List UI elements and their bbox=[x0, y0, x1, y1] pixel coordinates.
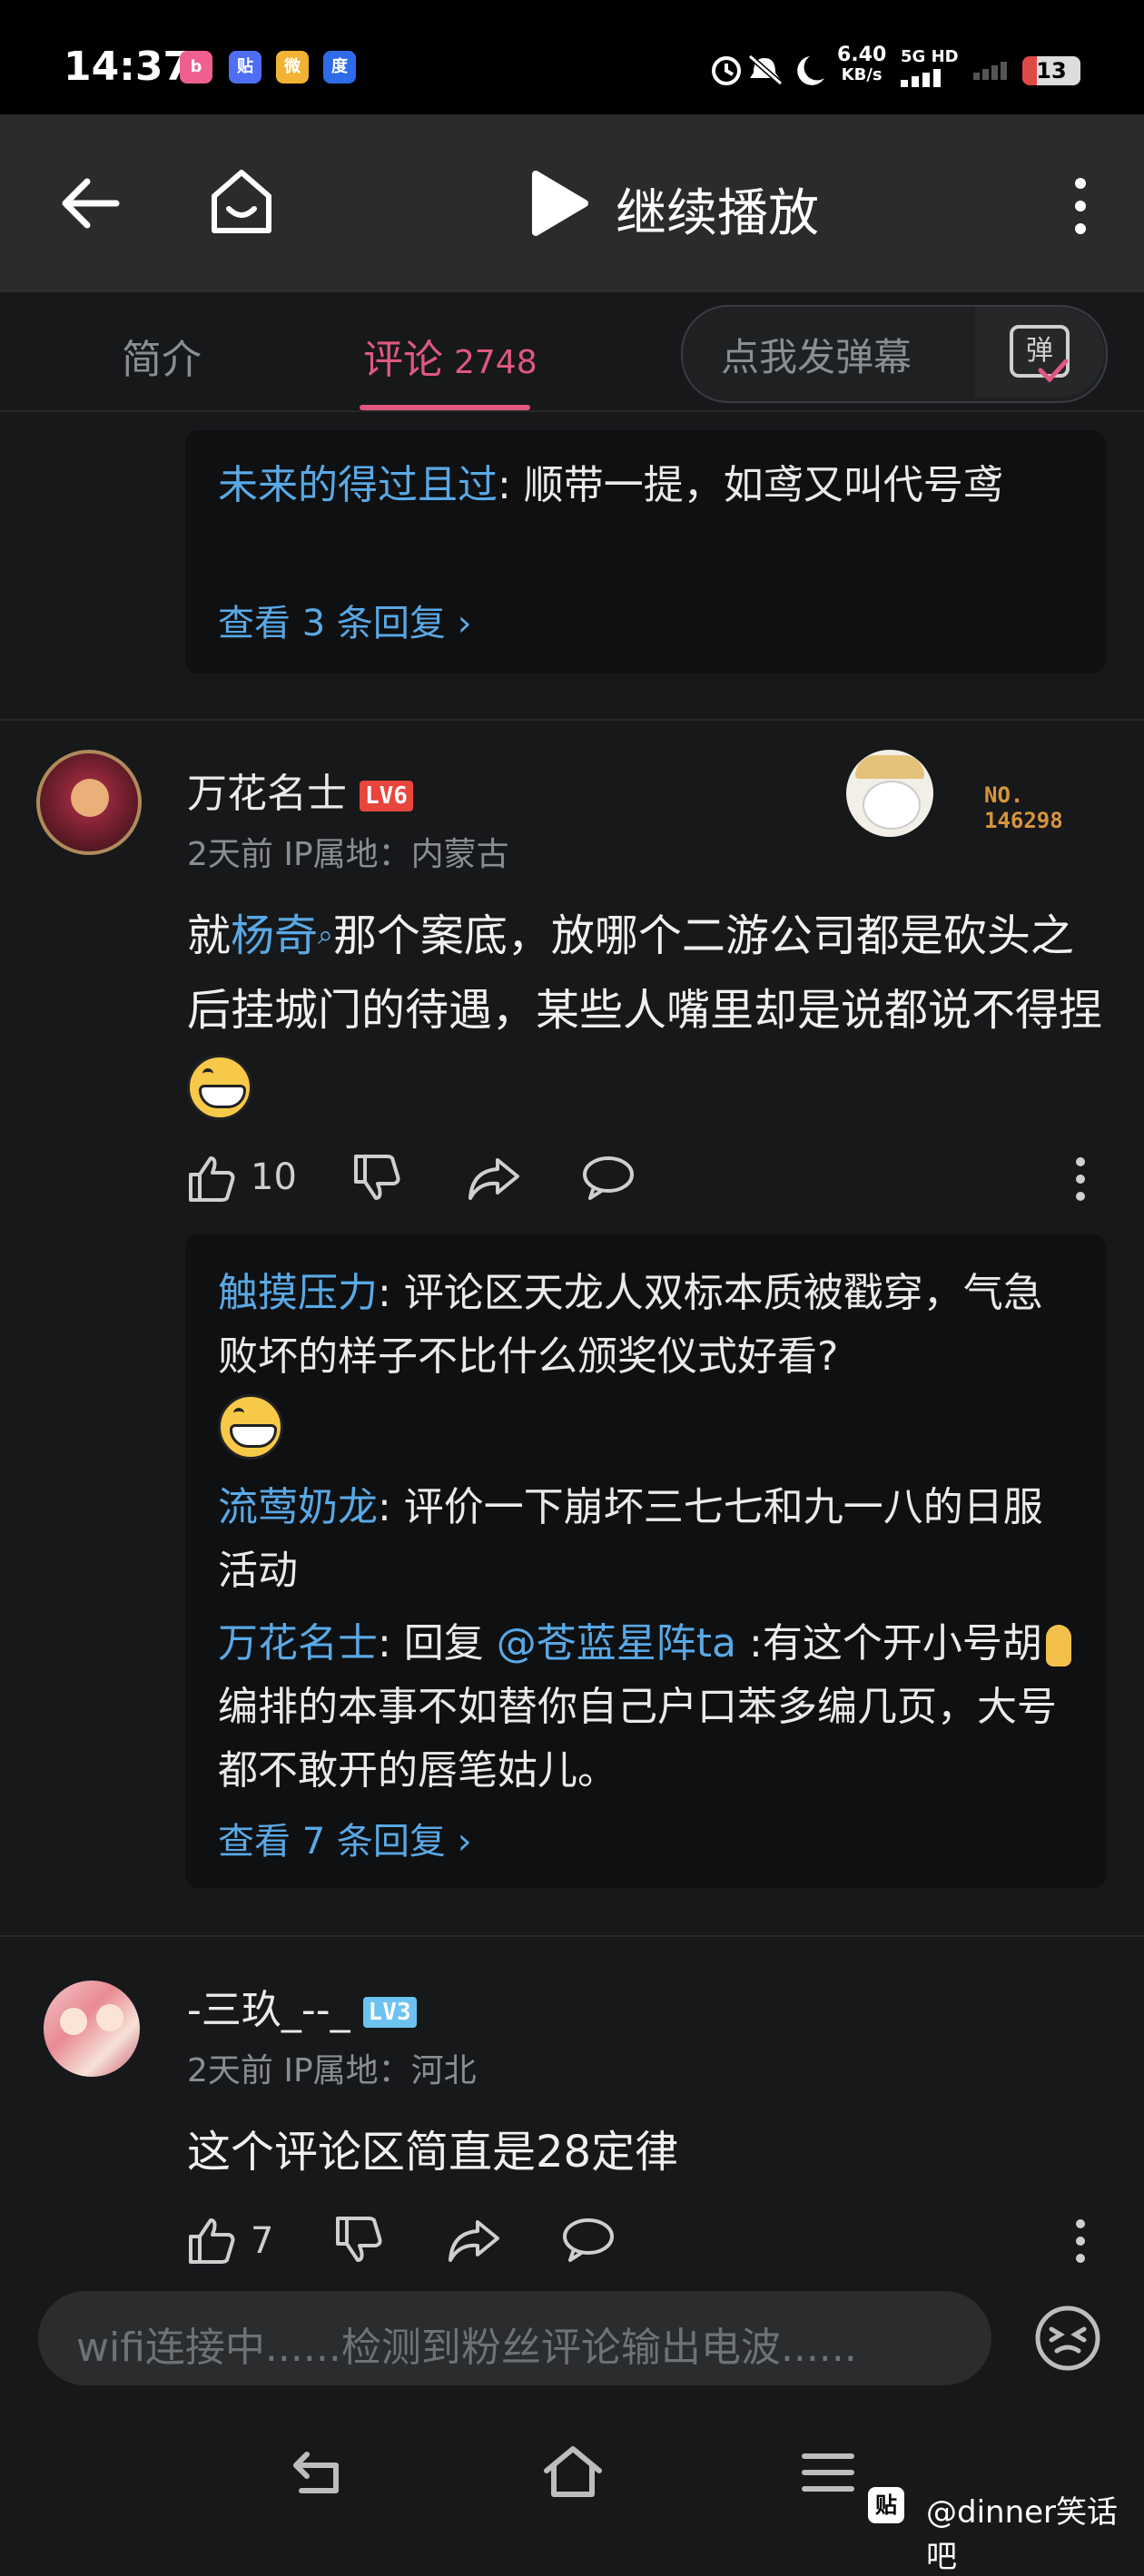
reply-username[interactable]: 触摸压力 bbox=[218, 1270, 378, 1316]
comment-author-name: -三玖_--_ bbox=[187, 1987, 350, 2033]
more-vertical-icon[interactable] bbox=[1070, 176, 1091, 236]
finger-emoji-icon bbox=[1045, 1625, 1071, 1667]
tab-comments[interactable]: 评论 2748 bbox=[363, 327, 537, 385]
like-count: 10 bbox=[251, 1156, 297, 1198]
reply-item: 未来的得过且过: 顺带一提，如鸢又叫代号鸢 bbox=[218, 454, 1080, 517]
comment-text: 就 bbox=[187, 910, 232, 961]
view-replies-link[interactable]: 查看 3 条回复 › bbox=[218, 594, 472, 646]
comment-input-placeholder[interactable]: wifi连接中......检测到粉丝评论输出电波...... bbox=[76, 2315, 857, 2373]
network-type: 5G HD bbox=[901, 47, 959, 66]
battery-level: 13 bbox=[1036, 58, 1067, 84]
system-back-icon[interactable] bbox=[289, 2447, 349, 2498]
play-icon[interactable] bbox=[527, 169, 592, 238]
moon-icon bbox=[797, 56, 824, 85]
share-icon[interactable] bbox=[447, 2217, 501, 2264]
reply-icon[interactable] bbox=[581, 1155, 636, 1202]
comment-divider bbox=[0, 719, 1144, 721]
baidu-icon: 度 bbox=[323, 51, 356, 84]
system-home-icon[interactable] bbox=[541, 2443, 605, 2500]
dislike-icon[interactable] bbox=[332, 2215, 383, 2266]
reply-text: : 顺带一提，如鸢又叫代号鸢 bbox=[498, 462, 1003, 508]
reply-item: 万花名士: 回复 @苍蓝星阵ta :有这个开小号胡编排的本事不如替你自己户口苯多… bbox=[218, 1612, 1080, 1803]
like-icon[interactable] bbox=[185, 1153, 236, 1204]
reply-username[interactable]: 未来的得过且过 bbox=[218, 462, 498, 508]
net-speed-unit: KB/s bbox=[841, 65, 883, 84]
grin-emoji-icon bbox=[187, 1055, 252, 1120]
comment-divider bbox=[0, 1935, 1144, 1937]
comment-author[interactable]: -三玖_--_ LV3 bbox=[187, 1977, 417, 2035]
alarm-icon bbox=[712, 56, 741, 85]
comment-author[interactable]: 万花名士 LV6 bbox=[187, 761, 413, 819]
tieba-icon: 贴 bbox=[229, 51, 261, 84]
bilibili-icon: b bbox=[180, 51, 212, 84]
like-count: 7 bbox=[251, 2220, 274, 2262]
dislike-icon[interactable] bbox=[350, 1153, 401, 1204]
tab-intro[interactable]: 简介 bbox=[122, 327, 202, 385]
grin-emoji-icon bbox=[218, 1394, 283, 1460]
mute-icon bbox=[748, 54, 783, 86]
fan-badge-value: 146298 bbox=[984, 808, 1063, 833]
tab-comments-label: 评论 bbox=[363, 337, 443, 383]
comment-body: 这个评论区简直是28定律 bbox=[187, 2127, 679, 2178]
signal-weak-icon bbox=[973, 62, 1007, 80]
level-badge: LV6 bbox=[360, 781, 413, 811]
tieba-watermark-icon: 贴 bbox=[868, 2487, 904, 2523]
avatar[interactable] bbox=[44, 1981, 140, 2077]
reply-username[interactable]: 流莺奶龙 bbox=[218, 1484, 378, 1530]
active-tab-indicator bbox=[360, 405, 530, 410]
comment-more-icon[interactable] bbox=[1073, 2218, 1088, 2264]
back-arrow-icon[interactable] bbox=[58, 176, 122, 231]
reply-item: 流莺奶龙: 评价一下崩坏三七七和九一八的日服活动 bbox=[218, 1476, 1080, 1603]
level-badge: LV3 bbox=[362, 1997, 417, 2028]
net-speed-value: 6.40 bbox=[837, 44, 887, 66]
reply-icon[interactable] bbox=[561, 2217, 616, 2264]
system-menu-icon[interactable] bbox=[801, 2451, 855, 2494]
view-replies-link[interactable]: 查看 7 条回复 › bbox=[218, 1812, 472, 1864]
avatar[interactable] bbox=[36, 750, 142, 855]
reply-prefix: : 回复 bbox=[378, 1620, 497, 1667]
fan-badge-label: NO. bbox=[984, 782, 1024, 808]
like-icon[interactable] bbox=[185, 2215, 236, 2266]
home-icon[interactable] bbox=[207, 167, 276, 236]
fan-badge-number: NO. 146298 bbox=[984, 782, 1063, 833]
search-keyword-link[interactable]: 杨奇 bbox=[231, 910, 318, 961]
mention-link[interactable]: @苍蓝星阵ta bbox=[497, 1620, 736, 1667]
signal-icon bbox=[901, 69, 941, 87]
comment-meta: 2天前 IP属地：内蒙古 bbox=[187, 836, 509, 873]
search-small-icon: ⌕ bbox=[318, 919, 333, 951]
comment-author-name: 万花名士 bbox=[187, 771, 347, 817]
emoji-picker-icon[interactable] bbox=[1033, 2304, 1102, 2373]
battery-icon: 13 bbox=[1022, 56, 1080, 85]
reply-username[interactable]: 万花名士 bbox=[218, 1620, 378, 1667]
status-time: 14:37 bbox=[64, 44, 192, 90]
comment-body: 就杨奇⌕那个案底，放哪个二游公司都是砍头之后挂城门的待遇，某些人嘴里却是说都说不… bbox=[187, 899, 1113, 1122]
reply-text: 编排的本事不如替你自己户口苯多编几页，大号都不敢开的唇笔姑儿。 bbox=[218, 1684, 1057, 1794]
continue-play-label[interactable]: 继续播放 bbox=[616, 172, 819, 246]
reply-text: :有这个开小号胡 bbox=[736, 1620, 1042, 1667]
check-icon bbox=[1038, 359, 1069, 383]
fan-badge-avatar bbox=[846, 750, 933, 837]
comment-meta: 2天前 IP属地：河北 bbox=[187, 2052, 477, 2089]
weibo-icon: 微 bbox=[276, 51, 309, 84]
comment-count: 2748 bbox=[454, 344, 537, 381]
reply-item: 触摸压力: 评论区天龙人双标本质被戳穿，气急败坏的样子不比什么颁奖仪式好看? bbox=[218, 1262, 1080, 1460]
danmaku-placeholder[interactable]: 点我发弹幕 bbox=[721, 327, 912, 382]
comment-more-icon[interactable] bbox=[1073, 1156, 1088, 1202]
watermark-text: @dinner笑话吧 bbox=[926, 2494, 1119, 2575]
share-icon[interactable] bbox=[467, 1155, 521, 1202]
net-speed: 6.40 KB/s bbox=[837, 45, 886, 85]
